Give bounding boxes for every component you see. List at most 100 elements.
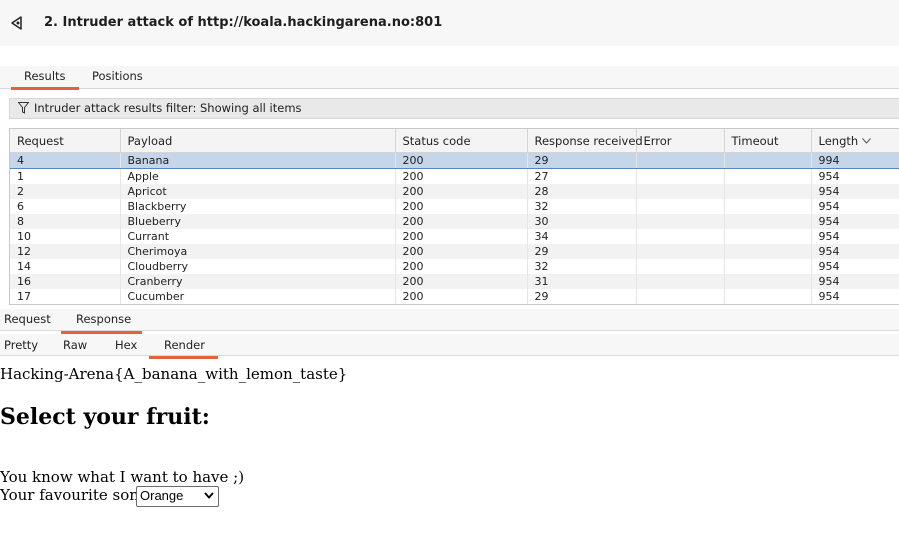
flag-text: Hacking-Arena{A_banana_with_lemon_taste} <box>0 365 348 383</box>
column-header-response-received[interactable]: Response received <box>527 129 643 153</box>
song-selected-value: Orange <box>140 488 184 503</box>
tab-pretty[interactable]: Pretty <box>4 338 38 352</box>
cell-payload: Cloudberry <box>120 259 396 274</box>
rendered-response: Hacking-Arena{A_banana_with_lemon_taste}… <box>0 358 899 549</box>
cell-response-received: 31 <box>527 274 637 289</box>
cell-response-received: 29 <box>527 244 637 259</box>
cell-status-code: 200 <box>395 184 528 199</box>
cell-status-code: 200 <box>395 289 528 304</box>
column-header-status-code[interactable]: Status code <box>395 129 528 153</box>
filter-text: Intruder attack results filter: Showing … <box>34 101 302 115</box>
cell-payload: Cucumber <box>120 289 396 304</box>
hint-text: You know what I want to have ;) <box>0 468 245 486</box>
table-row[interactable]: 10 Currant 200 34 954 <box>10 229 899 244</box>
table-header-row: Request Payload Status code Response rec… <box>10 129 899 153</box>
cell-request: 12 <box>10 244 121 259</box>
sort-descending-icon <box>862 138 872 144</box>
tab-positions[interactable]: Positions <box>89 69 146 83</box>
table-row[interactable]: 16 Cranberry 200 31 954 <box>10 274 899 289</box>
results-table: Request Payload Status code Response rec… <box>9 128 899 305</box>
cell-error <box>636 152 725 169</box>
cell-error <box>636 244 725 259</box>
cell-timeout <box>724 199 812 214</box>
cell-timeout <box>724 229 812 244</box>
message-tabs: Request Response <box>0 309 899 334</box>
cell-status-code: 200 <box>395 244 528 259</box>
table-row[interactable]: 17 Cucumber 200 29 954 <box>10 289 899 304</box>
cell-status-code: 200 <box>395 168 528 184</box>
cell-payload: Apple <box>120 168 396 184</box>
table-row[interactable]: 8 Blueberry 200 30 954 <box>10 214 899 229</box>
cell-error <box>636 184 725 199</box>
cell-error <box>636 214 725 229</box>
cell-length: 954 <box>818 230 840 243</box>
column-header-request[interactable]: Request <box>10 129 121 153</box>
cell-payload: Blueberry <box>120 214 396 229</box>
cell-timeout <box>724 152 812 169</box>
tab-render[interactable]: Render <box>149 338 218 359</box>
cell-response-received: 27 <box>527 168 637 184</box>
cell-request: 16 <box>10 274 121 289</box>
cell-status-code: 200 <box>395 274 528 289</box>
column-header-length[interactable]: Length <box>811 129 899 153</box>
table-row[interactable]: 12 Cherimoya 200 29 954 <box>10 244 899 259</box>
column-header-payload[interactable]: Payload <box>120 129 396 153</box>
cell-timeout <box>724 184 812 199</box>
cell-status-code: 200 <box>395 259 528 274</box>
tab-raw[interactable]: Raw <box>63 338 87 352</box>
cell-error <box>636 199 725 214</box>
table-row[interactable]: 14 Cloudberry 200 32 954 <box>10 259 899 274</box>
cell-request: 2 <box>10 184 121 199</box>
tab-hex[interactable]: Hex <box>115 338 137 352</box>
column-header-timeout[interactable]: Timeout <box>724 129 812 153</box>
cell-response-received: 34 <box>527 229 637 244</box>
song-label: Your favourite song: <box>0 486 154 504</box>
cell-request: 17 <box>10 289 121 304</box>
cell-status-code: 200 <box>395 229 528 244</box>
filter-icon <box>18 102 29 114</box>
cell-length: 954 <box>811 184 899 199</box>
cell-payload: Cherimoya <box>120 244 396 259</box>
cell-payload: Currant <box>120 229 396 244</box>
cell-timeout <box>724 168 812 184</box>
cell-request: 1 <box>10 168 121 184</box>
table-row[interactable]: 2 Apricot 200 28 954 <box>10 184 899 199</box>
table-row[interactable]: 1 Apple 200 27 954 <box>10 168 899 184</box>
view-tabs: Pretty Raw Hex Render <box>0 334 899 359</box>
table-row[interactable]: 6 Blackberry 200 32 954 <box>10 199 899 214</box>
column-header-error[interactable]: Error <box>636 129 725 153</box>
cell-response-received: 29 <box>527 289 637 304</box>
back-arrow-icon[interactable] <box>9 15 25 31</box>
song-select[interactable]: Orange <box>136 486 219 507</box>
cell-timeout <box>724 244 812 259</box>
cell-response-received: 30 <box>527 214 637 229</box>
window-title: 2. Intruder attack of http://koala.hacki… <box>44 15 443 30</box>
cell-payload: Blackberry <box>120 199 396 214</box>
cell-response-received: 29 <box>527 152 637 169</box>
cell-request: 14 <box>10 259 121 274</box>
tab-request[interactable]: Request <box>4 312 51 326</box>
table-row[interactable]: 4 Banana 200 29 994 <box>10 152 899 169</box>
cell-error <box>636 168 725 184</box>
cell-request: 4 <box>10 152 121 169</box>
cell-timeout <box>724 214 812 229</box>
page-heading: Select your fruit: <box>0 404 210 430</box>
cell-request: 8 <box>10 214 121 229</box>
cell-length: 954 <box>818 200 840 213</box>
attack-tabs: Results Positions <box>0 66 899 90</box>
cell-timeout <box>724 289 812 304</box>
cell-status-code: 200 <box>395 199 528 214</box>
tab-response[interactable]: Response <box>60 312 143 334</box>
cell-error <box>636 229 725 244</box>
cell-request: 10 <box>10 229 121 244</box>
cell-error <box>636 259 725 274</box>
cell-length: 994 <box>811 152 899 169</box>
cell-response-received: 32 <box>527 199 637 214</box>
cell-request: 6 <box>10 199 121 214</box>
cell-length: 954 <box>818 290 840 303</box>
cell-payload: Apricot <box>120 184 396 199</box>
cell-timeout <box>724 259 812 274</box>
tab-results[interactable]: Results <box>11 69 78 90</box>
cell-length: 954 <box>811 274 899 289</box>
results-filter-bar[interactable]: Intruder attack results filter: Showing … <box>9 98 899 119</box>
